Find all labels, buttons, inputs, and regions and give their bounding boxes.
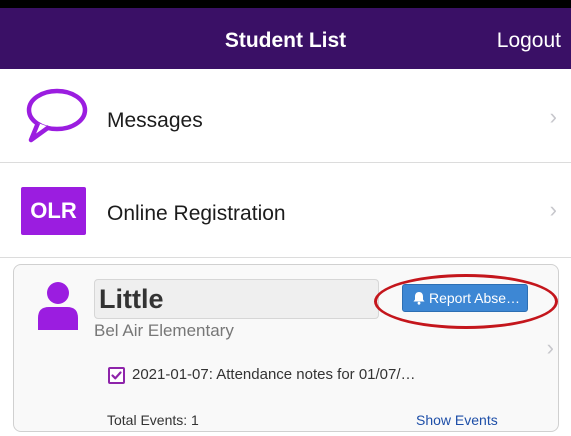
menu-item-label: Online Registration [107,202,286,225]
total-events: Total Events: 1 [107,412,199,428]
menu-item-label: Messages [107,109,203,132]
checkbox-icon[interactable] [108,367,125,384]
olr-icon: OLR [21,187,86,235]
student-name: Little [99,284,164,314]
chevron-right-icon: › [549,197,557,222]
chevron-right-icon: › [549,104,557,129]
report-absence-label: Report Abse… [429,290,521,306]
menu-item-online-registration[interactable]: OLR Online Registration › [0,164,571,258]
menu-item-messages[interactable]: Messages › [0,69,571,163]
bell-icon [413,292,425,305]
logout-button[interactable]: Logout [497,29,561,53]
attendance-note[interactable]: 2021-01-07: Attendance notes for 01/07/… [132,366,416,383]
page-title: Student List [224,29,347,52]
school-name: Bel Air Elementary [94,321,234,340]
report-absence-button[interactable]: Report Abse… [402,284,528,312]
student-name-field: Little [94,279,379,319]
status-bar [0,0,571,8]
person-avatar-icon [38,282,78,330]
speech-bubble-icon [26,88,88,143]
app-header: Student List Logout [0,8,571,69]
chevron-right-icon[interactable]: › [547,335,554,361]
checkmark-icon [111,371,122,380]
show-events-link[interactable]: Show Events [416,412,498,428]
student-card[interactable]: Little Bel Air Elementary Report Abse… 2… [13,264,559,432]
